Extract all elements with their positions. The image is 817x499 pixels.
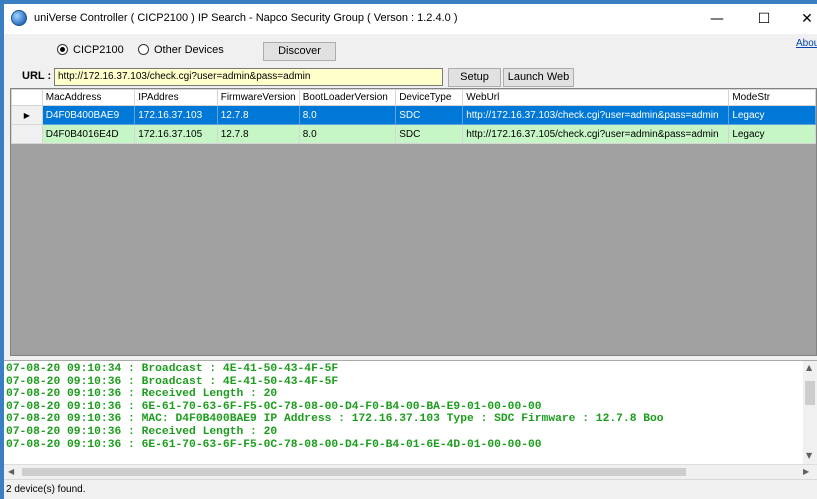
radio-other-devices[interactable]: Other Devices (138, 44, 224, 56)
column-header[interactable]: BootLoaderVersion (298, 89, 397, 106)
launch-web-button[interactable]: Launch Web (503, 68, 574, 87)
radio-other-devices-label: Other Devices (154, 44, 224, 56)
horizontal-scroll-thumb[interactable] (22, 468, 686, 476)
grid-header-row: MacAddress IPAddres FirmwareVersion Boot… (11, 89, 816, 106)
table-cell[interactable]: 172.16.37.103 (134, 105, 218, 125)
table-cell[interactable]: 12.7.8 (216, 124, 300, 144)
log-line: 07-08-20 09:10:36 : Received Length : 20 (6, 388, 278, 401)
log-horizontal-scrollbar[interactable]: ◀ ▶ (4, 464, 817, 479)
current-row-arrow-icon: ▶ (23, 110, 30, 120)
column-header[interactable]: FirmwareVersion (216, 89, 300, 106)
log-line: 07-08-20 09:10:36 : Received Length : 20 (6, 425, 278, 438)
close-button[interactable]: ✕ (787, 4, 817, 34)
device-table: MacAddress IPAddres FirmwareVersion Boot… (11, 89, 816, 144)
table-cell[interactable]: Legacy (728, 124, 816, 144)
radio-selected-icon (57, 44, 68, 55)
setup-button[interactable]: Setup (448, 68, 501, 87)
column-header[interactable]: WebUrl (462, 89, 730, 106)
column-header[interactable]: IPAddres (134, 89, 218, 106)
column-header[interactable]: ModeStr (728, 89, 816, 106)
row-indicator[interactable] (11, 124, 43, 144)
status-bar: 2 device(s) found. (4, 479, 817, 499)
table-cell[interactable]: SDC (395, 124, 464, 144)
title-bar[interactable]: uniVerse Controller ( CICP2100 ) IP Sear… (4, 4, 817, 34)
column-header[interactable]: MacAddress (41, 89, 136, 106)
table-cell[interactable]: 172.16.37.105 (134, 124, 218, 144)
globe-icon (11, 10, 27, 26)
log-panel[interactable]: 07-08-20 09:10:34 : Broadcast : 4E-41-50… (4, 360, 817, 479)
maximize-button[interactable]: ☐ (744, 4, 784, 34)
table-cell[interactable]: 12.7.8 (216, 105, 300, 125)
log-line: 07-08-20 09:10:36 : 6E-61-70-63-6F-F5-0C… (6, 400, 542, 413)
table-cell[interactable]: http://172.16.37.103/check.cgi?user=admi… (462, 105, 730, 125)
log-line: 07-08-20 09:10:36 : 6E-61-70-63-6F-F5-0C… (6, 438, 542, 451)
row-header-corner (11, 89, 43, 106)
window-title: uniVerse Controller ( CICP2100 ) IP Sear… (34, 12, 458, 24)
radio-cicp2100-label: CICP2100 (73, 44, 124, 56)
scroll-up-icon[interactable]: ▲ (806, 363, 812, 372)
scroll-down-icon[interactable]: ▼ (806, 451, 812, 460)
table-cell[interactable]: 8.0 (298, 124, 397, 144)
log-lines: 07-08-20 09:10:34 : Broadcast : 4E-41-50… (6, 363, 806, 451)
url-label: URL : (22, 70, 52, 82)
table-cell[interactable]: SDC (395, 105, 464, 125)
table-cell[interactable]: 8.0 (298, 105, 397, 125)
log-line: 07-08-20 09:10:36 : Broadcast : 4E-41-50… (6, 375, 339, 388)
log-line: 07-08-20 09:10:34 : Broadcast : 4E-41-50… (6, 363, 339, 375)
table-cell[interactable]: D4F0B400BAE9 (41, 105, 136, 125)
column-header[interactable]: DeviceType (395, 89, 464, 106)
device-grid: MacAddress IPAddres FirmwareVersion Boot… (10, 88, 817, 356)
minimize-button[interactable]: — (697, 4, 737, 34)
table-cell[interactable]: http://172.16.37.105/check.cgi?user=admi… (462, 124, 730, 144)
url-input[interactable]: http://172.16.37.103/check.cgi?user=admi… (54, 68, 443, 86)
main-window: uniVerse Controller ( CICP2100 ) IP Sear… (4, 4, 817, 499)
log-line: 07-08-20 09:10:36 : MAC: D4F0B400BAE9 IP… (6, 413, 664, 426)
table-row[interactable]: ▶ D4F0B400BAE9 172.16.37.103 12.7.8 8.0 … (11, 105, 816, 125)
vertical-scroll-thumb[interactable] (805, 381, 815, 405)
table-cell[interactable]: Legacy (728, 105, 816, 125)
scroll-right-icon[interactable]: ▶ (803, 467, 809, 476)
table-row[interactable]: D4F0B4016E4D 172.16.37.105 12.7.8 8.0 SD… (11, 124, 816, 144)
discover-button[interactable]: Discover (263, 42, 336, 61)
about-link[interactable]: Abou (796, 38, 817, 49)
radio-cicp2100[interactable]: CICP2100 (57, 44, 124, 56)
row-indicator[interactable]: ▶ (11, 105, 43, 125)
radio-unselected-icon (138, 44, 149, 55)
log-vertical-scrollbar[interactable]: ▲ ▼ (803, 361, 817, 465)
table-cell[interactable]: D4F0B4016E4D (41, 124, 136, 144)
scroll-left-icon[interactable]: ◀ (8, 467, 14, 476)
